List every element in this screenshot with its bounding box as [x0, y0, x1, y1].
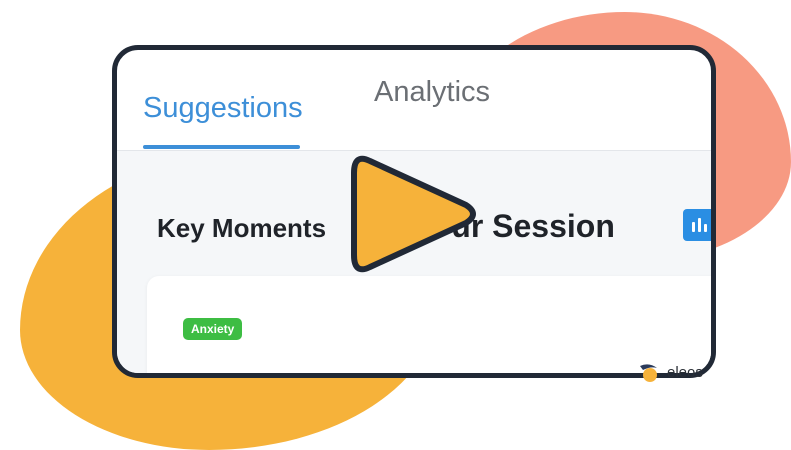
- tab-analytics[interactable]: Analytics: [374, 76, 490, 109]
- play-icon[interactable]: [344, 153, 482, 275]
- anxiety-badge: Anxiety: [183, 318, 243, 340]
- brand-watermark: eleos: [637, 361, 703, 383]
- heading-part-1: Key Moments: [157, 213, 334, 243]
- tab-suggestions[interactable]: Suggestions: [143, 92, 303, 125]
- brand-name: eleos: [667, 363, 703, 381]
- active-tab-indicator: [143, 145, 300, 149]
- tab-bar: Suggestions Analytics: [117, 50, 711, 151]
- bars-icon: [683, 209, 711, 241]
- eleos-logo-icon: [640, 364, 657, 382]
